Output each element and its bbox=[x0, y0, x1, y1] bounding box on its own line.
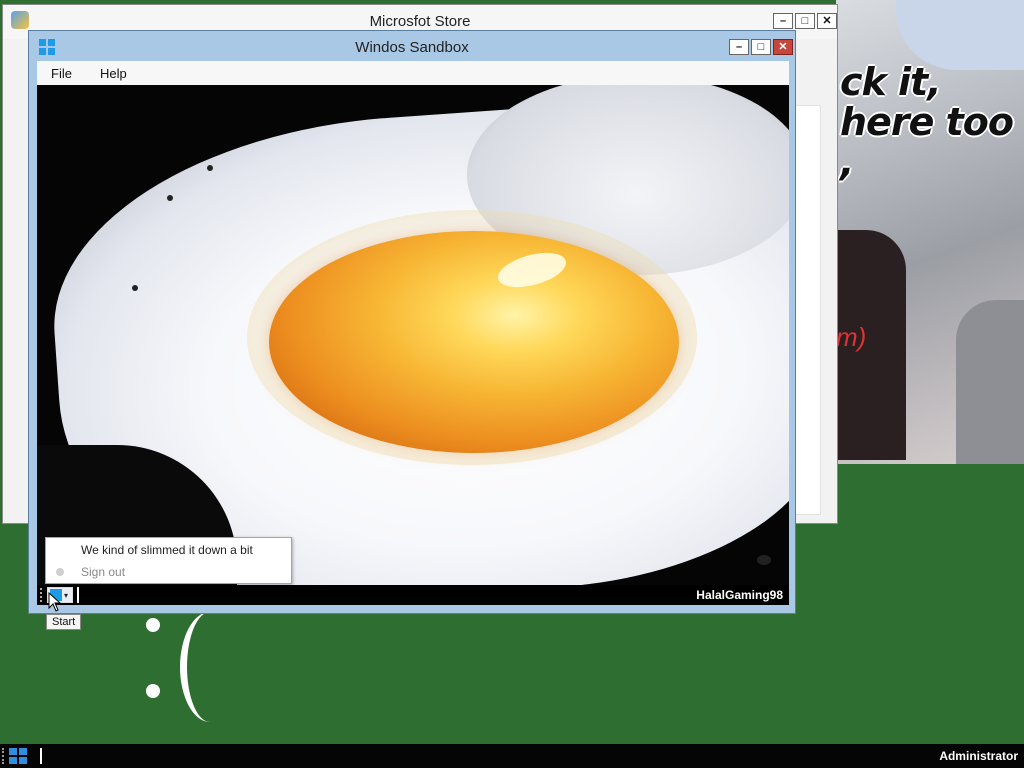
menu-file[interactable]: File bbox=[37, 66, 86, 81]
vm-taskbar: ▾ HalalGaming98 bbox=[37, 585, 789, 605]
vm-screen[interactable]: ▾ HalalGaming98 bbox=[37, 85, 789, 605]
start-menu-item-label: We kind of slimmed it down a bit bbox=[81, 543, 253, 557]
vm-taskbar-grip[interactable] bbox=[40, 588, 44, 602]
host-start-button[interactable] bbox=[9, 748, 29, 765]
sad-face-drawing bbox=[140, 600, 230, 730]
sandbox-close-button[interactable]: ✕ bbox=[773, 39, 793, 55]
vm-taskbar-divider bbox=[77, 587, 79, 603]
key-icon bbox=[56, 568, 64, 576]
wallpaper-image: ck it, here too , m) bbox=[836, 0, 1024, 464]
pepper-spot bbox=[757, 555, 771, 565]
start-tooltip: Start bbox=[46, 614, 82, 630]
store-minimize-button[interactable]: – bbox=[773, 13, 793, 29]
pepper-spot bbox=[167, 195, 173, 201]
wallpaper-red-text: m) bbox=[836, 322, 867, 352]
pepper-spot bbox=[207, 165, 213, 171]
wallpaper-shadow bbox=[956, 300, 1024, 464]
sandbox-menubar: File Help bbox=[37, 61, 789, 85]
pepper-spot bbox=[132, 285, 138, 291]
start-menu-item-sign-out[interactable]: Sign out bbox=[46, 561, 291, 583]
chevron-down-icon: ▾ bbox=[64, 590, 69, 600]
host-taskbar-grip[interactable] bbox=[2, 748, 6, 764]
menu-help[interactable]: Help bbox=[86, 66, 141, 81]
vm-wallpaper-fried-egg bbox=[37, 85, 789, 585]
sandbox-maximize-button[interactable]: □ bbox=[751, 39, 771, 55]
sad-face-eye bbox=[146, 618, 160, 632]
host-taskbar-divider bbox=[40, 748, 42, 764]
mouse-pointer-icon bbox=[48, 592, 62, 612]
sandbox-titlebar[interactable]: Windos Sandbox – □ ✕ bbox=[29, 31, 795, 61]
egg-yolk bbox=[269, 231, 679, 453]
store-window-title: Microsfot Store bbox=[369, 13, 471, 30]
store-close-button[interactable]: ✕ bbox=[817, 13, 837, 29]
sandbox-window[interactable]: Windos Sandbox – □ ✕ File Help ▾ HalalGa… bbox=[28, 30, 796, 614]
sandbox-window-title: Windos Sandbox bbox=[355, 39, 469, 56]
start-menu-item-slimmed[interactable]: We kind of slimmed it down a bit bbox=[46, 539, 291, 561]
sad-face-mouth bbox=[180, 612, 240, 722]
vm-start-menu: We kind of slimmed it down a bit Sign ou… bbox=[45, 537, 292, 584]
wallpaper-caption: ck it, here too , bbox=[840, 60, 1014, 184]
sandbox-minimize-button[interactable]: – bbox=[729, 39, 749, 55]
host-username: Administrator bbox=[939, 749, 1018, 763]
sad-face-eye bbox=[146, 684, 160, 698]
start-menu-item-label: Sign out bbox=[81, 565, 126, 579]
store-maximize-button[interactable]: □ bbox=[795, 13, 815, 29]
vm-username: HalalGaming98 bbox=[696, 588, 783, 602]
host-taskbar: Administrator bbox=[0, 744, 1024, 768]
